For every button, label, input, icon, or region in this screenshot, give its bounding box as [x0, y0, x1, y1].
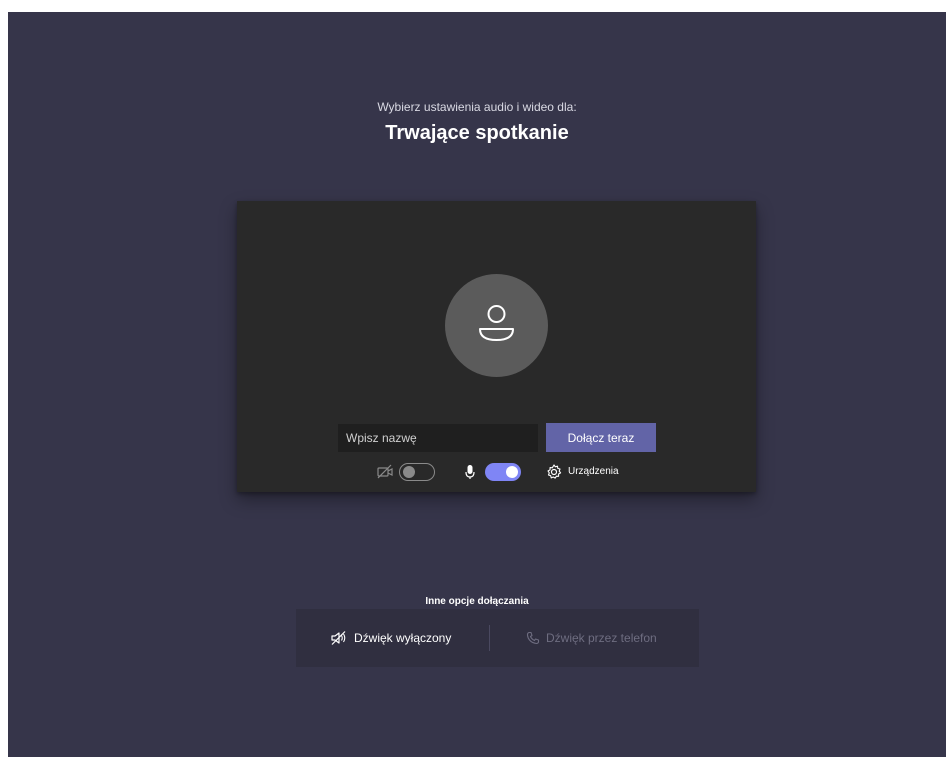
phone-icon [526, 631, 540, 645]
speaker-off-icon [331, 631, 346, 645]
phone-audio-option[interactable]: Dźwięk przez telefon [526, 609, 657, 667]
other-join-options-label: Inne opcje dołączania [425, 596, 529, 607]
phone-audio-label: Dźwięk przez telefon [546, 631, 657, 645]
audio-off-label: Dźwięk wyłączony [354, 631, 452, 645]
camera-off-icon [377, 464, 393, 479]
camera-toggle-knob [403, 466, 415, 478]
gear-icon[interactable] [545, 463, 563, 481]
avatar [445, 274, 548, 377]
camera-toggle[interactable] [399, 463, 435, 481]
meeting-title: Trwające spotkanie [385, 122, 569, 144]
prejoin-screen: Wybierz ustawienia audio i wideo dla: Tr… [8, 12, 946, 757]
devices-button[interactable]: Urządzenia [568, 466, 619, 477]
join-now-button[interactable]: Dołącz teraz [546, 423, 656, 452]
video-preview-card: Dołącz teraz [237, 201, 756, 492]
microphone-toggle[interactable] [485, 463, 521, 481]
media-controls: Urządzenia [237, 461, 756, 483]
microphone-icon [465, 465, 475, 479]
other-join-options: Dźwięk wyłączony Dźwięk przez telefon [296, 609, 699, 667]
options-divider [489, 625, 490, 651]
name-input[interactable] [338, 424, 538, 452]
audio-off-option[interactable]: Dźwięk wyłączony [330, 609, 451, 667]
prejoin-subtitle: Wybierz ustawienia audio i wideo dla: [377, 100, 577, 114]
person-icon [479, 305, 514, 341]
microphone-toggle-knob [506, 466, 518, 478]
